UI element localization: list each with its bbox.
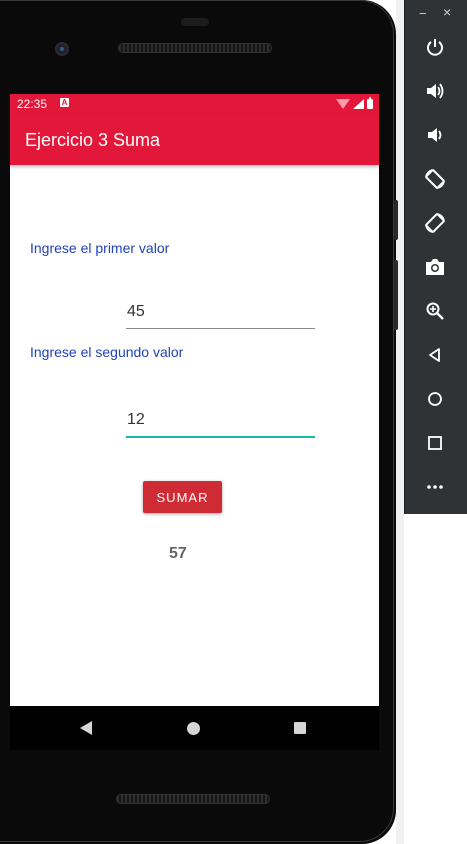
second-value-label: Ingrese el segundo valor	[30, 344, 184, 360]
close-button[interactable]: ×	[443, 4, 451, 20]
first-value-label: Ingrese el primer valor	[30, 240, 170, 256]
volume-down-icon[interactable]	[422, 122, 448, 148]
wifi-icon	[336, 99, 350, 109]
emulator-toolbar: − ×	[404, 0, 467, 514]
status-time: 22:35	[17, 97, 48, 111]
zoom-icon[interactable]	[422, 298, 448, 324]
rotate-left-icon[interactable]	[422, 166, 448, 192]
home-icon[interactable]	[187, 722, 200, 735]
second-value-input[interactable]	[126, 404, 315, 438]
front-camera-icon	[55, 42, 69, 56]
volume-up-icon[interactable]	[422, 78, 448, 104]
background-gutter	[396, 0, 404, 844]
recent-apps-icon[interactable]	[294, 722, 306, 734]
more-icon[interactable]	[422, 474, 448, 500]
battery-icon	[367, 97, 373, 109]
rotate-right-icon[interactable]	[422, 210, 448, 236]
status-icons	[336, 97, 373, 110]
status-bar: 22:35 A	[10, 94, 379, 114]
side-button-lower	[394, 260, 398, 330]
signal-icon	[353, 99, 364, 109]
notification-icon: A	[60, 98, 69, 107]
phone-frame: 22:35 A Ejercicio 3 Suma Ingrese el prim…	[0, 0, 398, 844]
sum-button[interactable]: SUMAR	[143, 481, 222, 513]
back-icon[interactable]	[80, 721, 92, 735]
navigation-bar	[10, 706, 379, 750]
app-bar: Ejercicio 3 Suma	[10, 114, 379, 165]
camera-icon[interactable]	[422, 254, 448, 280]
overview-icon[interactable]	[422, 430, 448, 456]
back-icon[interactable]	[422, 342, 448, 368]
earpiece	[181, 18, 209, 26]
device-screen: 22:35 A Ejercicio 3 Suma Ingrese el prim…	[10, 94, 379, 706]
first-value-input[interactable]	[126, 295, 315, 329]
result-text: 57	[169, 545, 187, 562]
power-icon[interactable]	[422, 34, 448, 60]
app-title: Ejercicio 3 Suma	[25, 130, 161, 150]
home-icon[interactable]	[422, 386, 448, 412]
side-button-upper	[394, 200, 398, 240]
bottom-speaker-grille	[116, 794, 270, 804]
top-speaker-grille	[118, 43, 272, 53]
minimize-button[interactable]: −	[419, 6, 427, 21]
toolbar-window-controls: − ×	[405, 0, 467, 26]
